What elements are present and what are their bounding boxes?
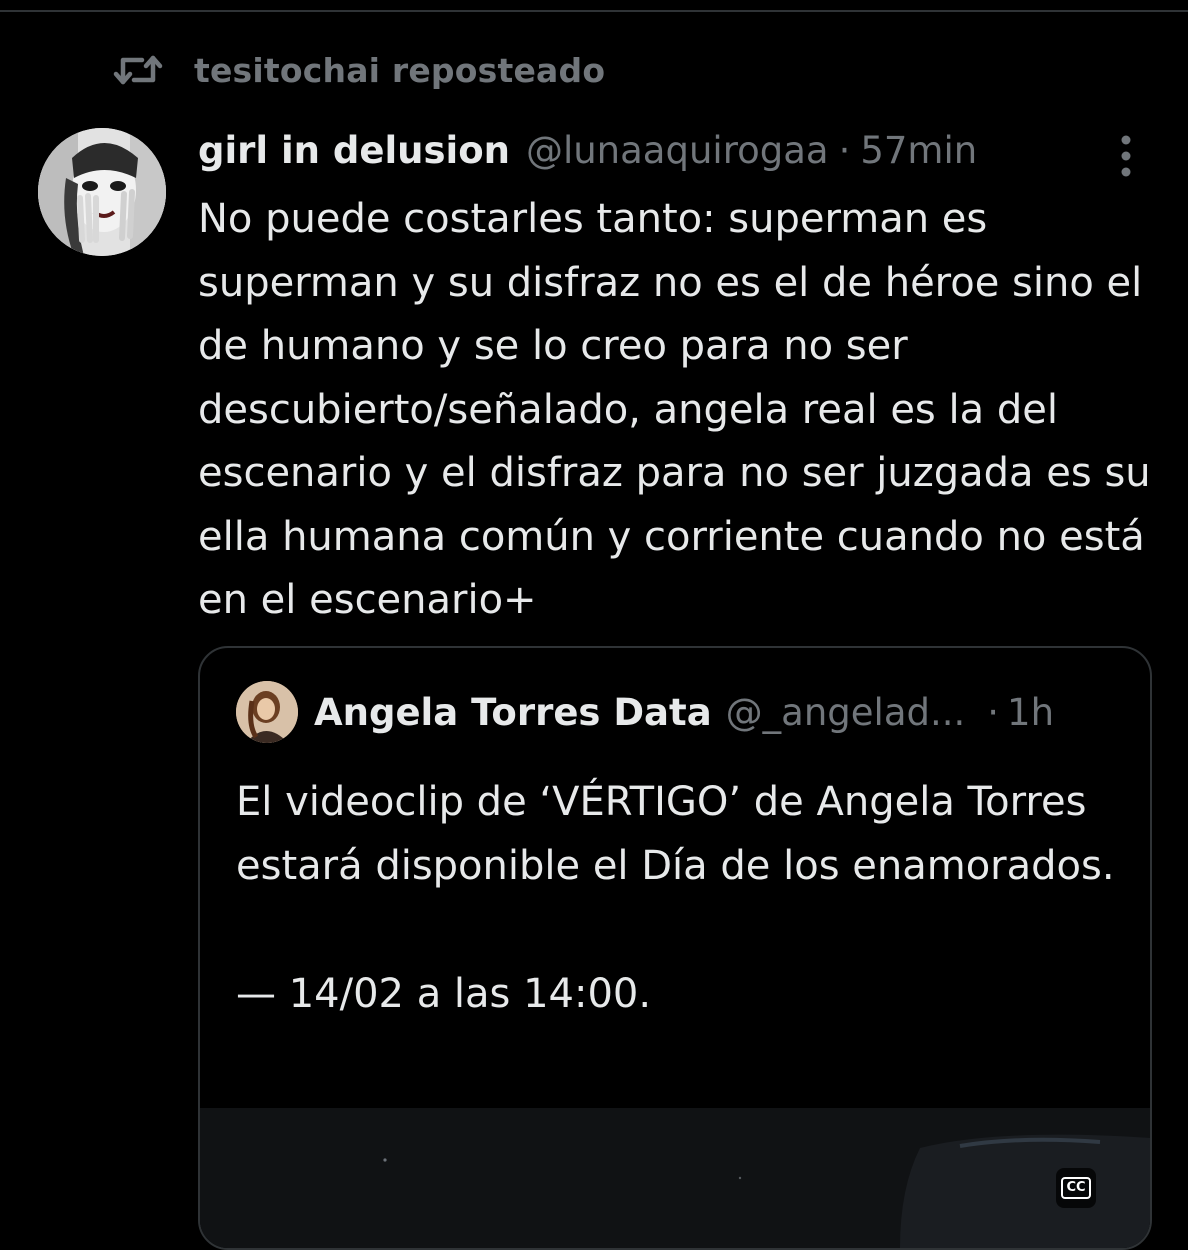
author-avatar[interactable] [38, 128, 166, 256]
separator-dot: · [838, 128, 851, 172]
repost-label: tesitochai reposteado [194, 50, 606, 90]
tweet-text: No puede costarles tanto: superman es su… [198, 196, 1164, 623]
video-preview[interactable]: CC [200, 1108, 1150, 1248]
top-divider [0, 10, 1188, 12]
video-thumbnail [200, 1108, 1150, 1248]
quoted-author-name: Angela Torres Data [314, 690, 712, 734]
quoted-tweet-card[interactable]: Angela Torres Data @_angelad... · 1h El … [198, 646, 1152, 1250]
tweet-header: girl in delusion @lunaaquirogaa · 57min [198, 124, 977, 176]
author-handle[interactable]: @lunaaquirogaa [526, 129, 829, 172]
quoted-author-avatar [236, 681, 298, 743]
quoted-tweet-header: Angela Torres Data @_angelad... · 1h [236, 681, 1055, 743]
more-vertical-icon [1121, 135, 1131, 177]
closed-captions-button[interactable]: CC [1056, 1168, 1096, 1208]
quoted-tweet-text: El videoclip de ‘VÉRTIGO’ de Angela Torr… [236, 779, 1115, 1017]
quote-avatar-image [236, 681, 298, 743]
quoted-author-handle: @_angelad... [725, 690, 966, 734]
cc-icon: CC [1061, 1177, 1091, 1199]
avatar-image [38, 128, 166, 256]
quoted-timestamp: 1h [1007, 690, 1055, 734]
quoted-separator-dot: · [987, 690, 1000, 734]
tweet-timestamp[interactable]: 57min [860, 129, 977, 172]
repost-context[interactable]: tesitochai reposteado [112, 48, 605, 92]
repost-icon [113, 55, 163, 85]
more-options-button[interactable] [1104, 128, 1148, 184]
author-name[interactable]: girl in delusion [198, 129, 510, 172]
